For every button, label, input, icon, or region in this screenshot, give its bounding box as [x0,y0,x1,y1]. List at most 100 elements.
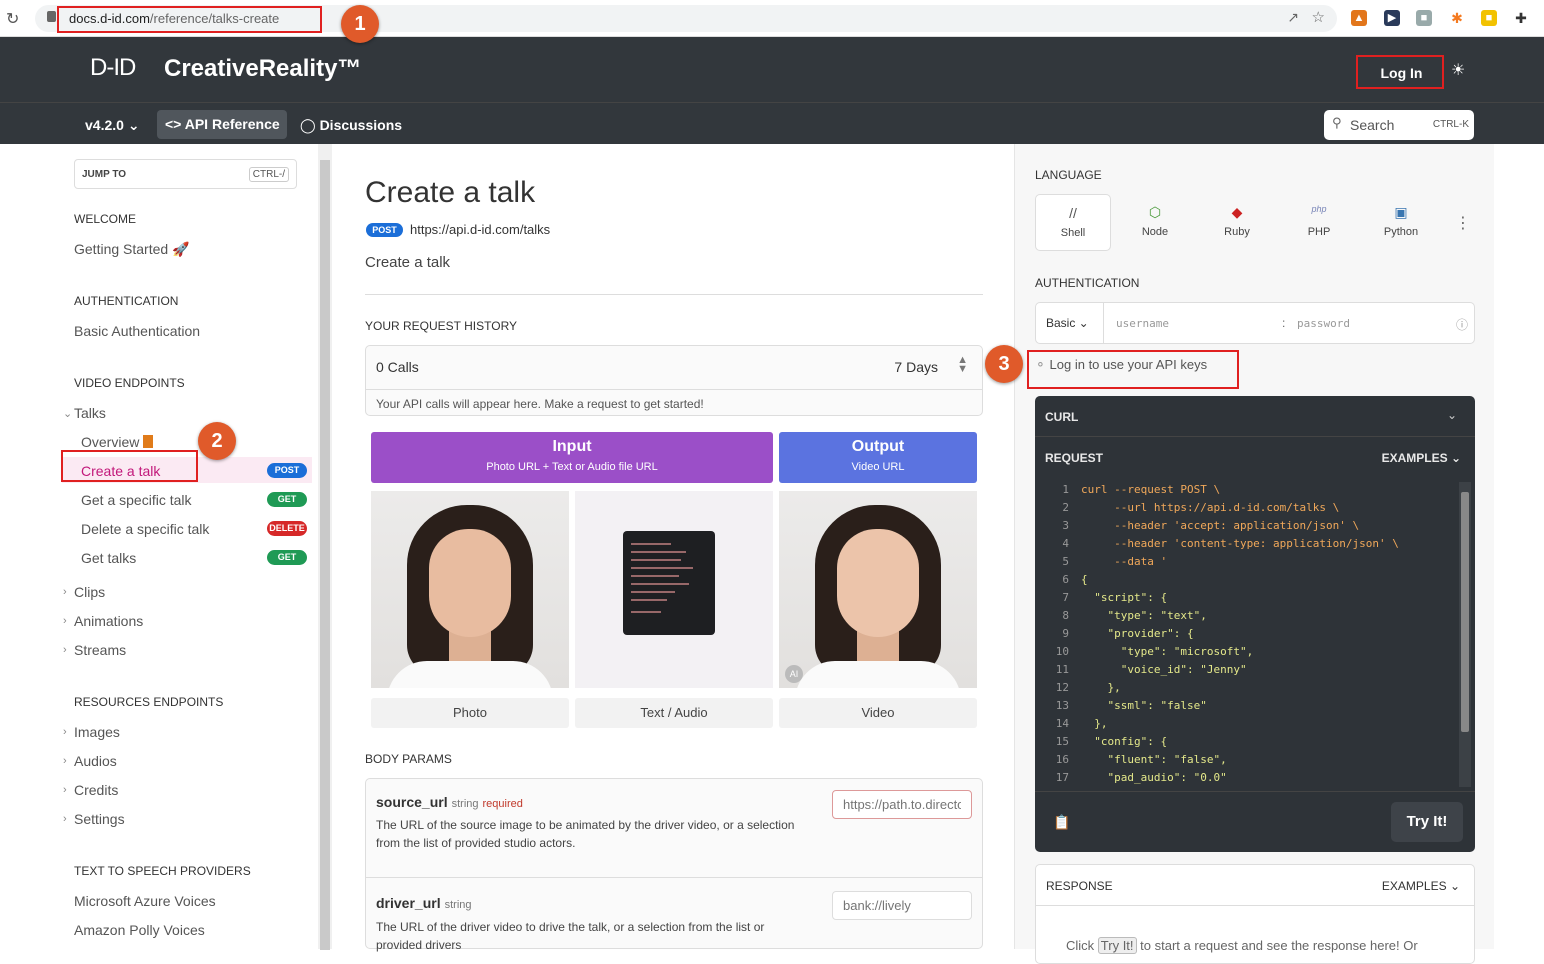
code-text: --header 'accept: application/json' \ [1081,519,1360,532]
code-block[interactable]: 1 curl --request POST \ 2 --url https://ap… [1035,481,1463,787]
tab-api-reference[interactable]: <> API Reference [157,110,287,139]
code-line: 3 --header 'accept: application/json' \ [1035,517,1463,535]
code-line: 7 "script": { [1035,589,1463,607]
chevron-right-icon[interactable]: › [63,644,67,656]
curl-label: CURL [1045,410,1079,424]
lang-php[interactable]: php PHP [1281,194,1357,251]
login-button[interactable]: Log In [1360,58,1443,88]
method-badge: POST [366,223,403,237]
yellow-extension-icon[interactable]: ■ [1481,10,1497,26]
address-bar[interactable]: docs.d-id.com/reference/talks-create ↗ ☆ [35,5,1337,32]
brand-title[interactable]: CreativeReality™ [164,55,361,83]
line-number: 17 [1055,771,1069,784]
annotation-badge: 2 [198,422,236,460]
reload-icon[interactable]: ↻ [6,9,19,29]
output-banner: Output Video URL [779,432,977,483]
help-icon[interactable]: ⓘ [1456,316,1468,333]
auth-type-select[interactable]: Basic ⌄ [1036,303,1104,343]
tile-label-text-audio: Text / Audio [575,698,773,728]
code-text: --header 'content-type: application/json… [1081,537,1399,550]
line-number: 13 [1055,699,1069,712]
jump-to-input[interactable]: JUMP TO CTRL-/ [74,159,297,189]
sidebar-scrollbar[interactable] [318,144,332,950]
media-extension-icon[interactable]: ▶ [1384,10,1400,26]
days-select[interactable]: 7 Days [894,359,938,375]
photo-image [371,491,569,688]
section-authentication: AUTHENTICATION [74,294,179,308]
sidebar-item-streams[interactable]: Streams [74,642,126,658]
history-note: Your API calls will appear here. Make a … [366,389,982,416]
examples-dropdown[interactable]: EXAMPLES ⌄ [1382,451,1461,465]
did-logo[interactable]: D-ID [90,54,136,82]
lang-shell[interactable]: //Shell [1035,194,1111,251]
chevron-right-icon[interactable]: › [63,726,67,738]
code-text: "type": "text", [1081,609,1207,622]
url-text[interactable]: docs.d-id.com/reference/talks-create [69,11,279,26]
tile-label-photo: Photo [371,698,569,728]
password-input[interactable]: password [1297,317,1350,330]
sidebar-item-delete-talk[interactable]: Delete a specific talk [81,521,209,537]
sidebar-item-polly[interactable]: Amazon Polly Voices [74,922,205,938]
source-url-input[interactable] [832,790,972,819]
spark-extension-icon[interactable]: ✱ [1449,10,1465,26]
sidebar-item-audios[interactable]: Audios [74,753,117,769]
code-line: 5 --data ' [1035,553,1463,571]
rocket-icon: 🚀 [172,241,190,257]
sidebar-item-getting-started[interactable]: Getting Started 🚀 [74,241,190,258]
chevron-down-icon[interactable]: ⌄ [1447,408,1457,422]
chevron-right-icon[interactable]: › [63,586,67,598]
puzzle-extensions-icon[interactable]: ✚ [1513,10,1529,26]
colon-separator: : [1282,316,1286,330]
node-icon: ⬡ [1148,204,1162,220]
section-welcome: WELCOME [74,212,137,226]
sidebar-item-basic-auth[interactable]: Basic Authentication [74,323,200,339]
ruby-icon: ◆ [1231,204,1243,220]
chevron-right-icon[interactable]: › [63,755,67,767]
line-number: 12 [1055,681,1069,694]
response-examples-dropdown[interactable]: EXAMPLES ⌄ [1382,879,1460,893]
page-title: Create a talk [365,176,536,209]
page-description: Create a talk [365,254,451,271]
chevron-down-icon[interactable]: ⌄ [63,407,72,420]
sidebar-item-get-talks[interactable]: Get talks [81,550,136,566]
more-languages-icon[interactable]: ⋮ [1455,213,1471,233]
body-params-panel: source_url string required The URL of the … [365,778,983,952]
code-panel: LANGUAGE //Shell ⬡ Node ◆ Ruby php PHP ▣ Pyt… [1014,144,1494,964]
image-extension-icon[interactable]: ■ [1416,10,1432,26]
search-button[interactable]: ⚲ Search CTRL-K [1324,110,1474,140]
chevron-right-icon[interactable]: › [63,813,67,825]
chevron-right-icon[interactable]: › [63,784,67,796]
sidebar-item-images[interactable]: Images [74,724,120,740]
sidebar-item-overview[interactable]: Overview [81,434,154,450]
version-select[interactable]: v4.2.0 ⌄ [85,117,140,134]
metamask-extension-icon[interactable]: ▲ [1351,10,1367,26]
clipboard-icon[interactable]: 📋 [1053,814,1070,831]
api-keys-login[interactable]: ⚬ Log in to use your API keys [1035,357,1207,373]
username-input[interactable]: username [1116,317,1169,330]
sidebar-item-clips[interactable]: Clips [74,584,105,600]
lang-ruby[interactable]: ◆ Ruby [1199,194,1275,251]
search-icon: ⚲ [1332,115,1342,130]
lang-node[interactable]: ⬡ Node [1117,194,1193,251]
sidebar-item-animations[interactable]: Animations [74,613,143,629]
sidebar: JUMP TO CTRL-/ WELCOME Getting Started 🚀… [0,144,333,949]
sidebar-item-talks[interactable]: Talks [74,405,106,421]
lang-python[interactable]: ▣ Python [1363,194,1439,251]
driver-url-input[interactable] [832,891,972,920]
theme-toggle-icon[interactable]: ☀ [1451,60,1465,80]
sidebar-item-create-talk[interactable]: Create a talk [81,463,160,479]
scrollbar-thumb[interactable] [320,160,330,950]
tab-discussions[interactable]: ◯ Discussions [300,117,402,134]
try-it-button[interactable]: Try It! [1391,802,1463,842]
input-subtitle: Photo URL + Text or Audio file URL [486,461,658,473]
sidebar-item-settings[interactable]: Settings [74,811,125,827]
sidebar-item-get-specific-talk[interactable]: Get a specific talk [81,492,192,508]
sidebar-item-azure[interactable]: Microsoft Azure Voices [74,893,216,909]
select-arrows-icon[interactable]: ▲ ▼ [957,355,968,375]
sidebar-item-credits[interactable]: Credits [74,782,118,798]
code-text: "ssml": "false" [1081,699,1207,712]
chevron-right-icon[interactable]: › [63,615,67,627]
bookmark-star-icon[interactable]: ☆ [1312,8,1325,26]
share-icon[interactable]: ↗ [1287,9,1299,26]
code-scrollbar[interactable] [1459,482,1471,787]
